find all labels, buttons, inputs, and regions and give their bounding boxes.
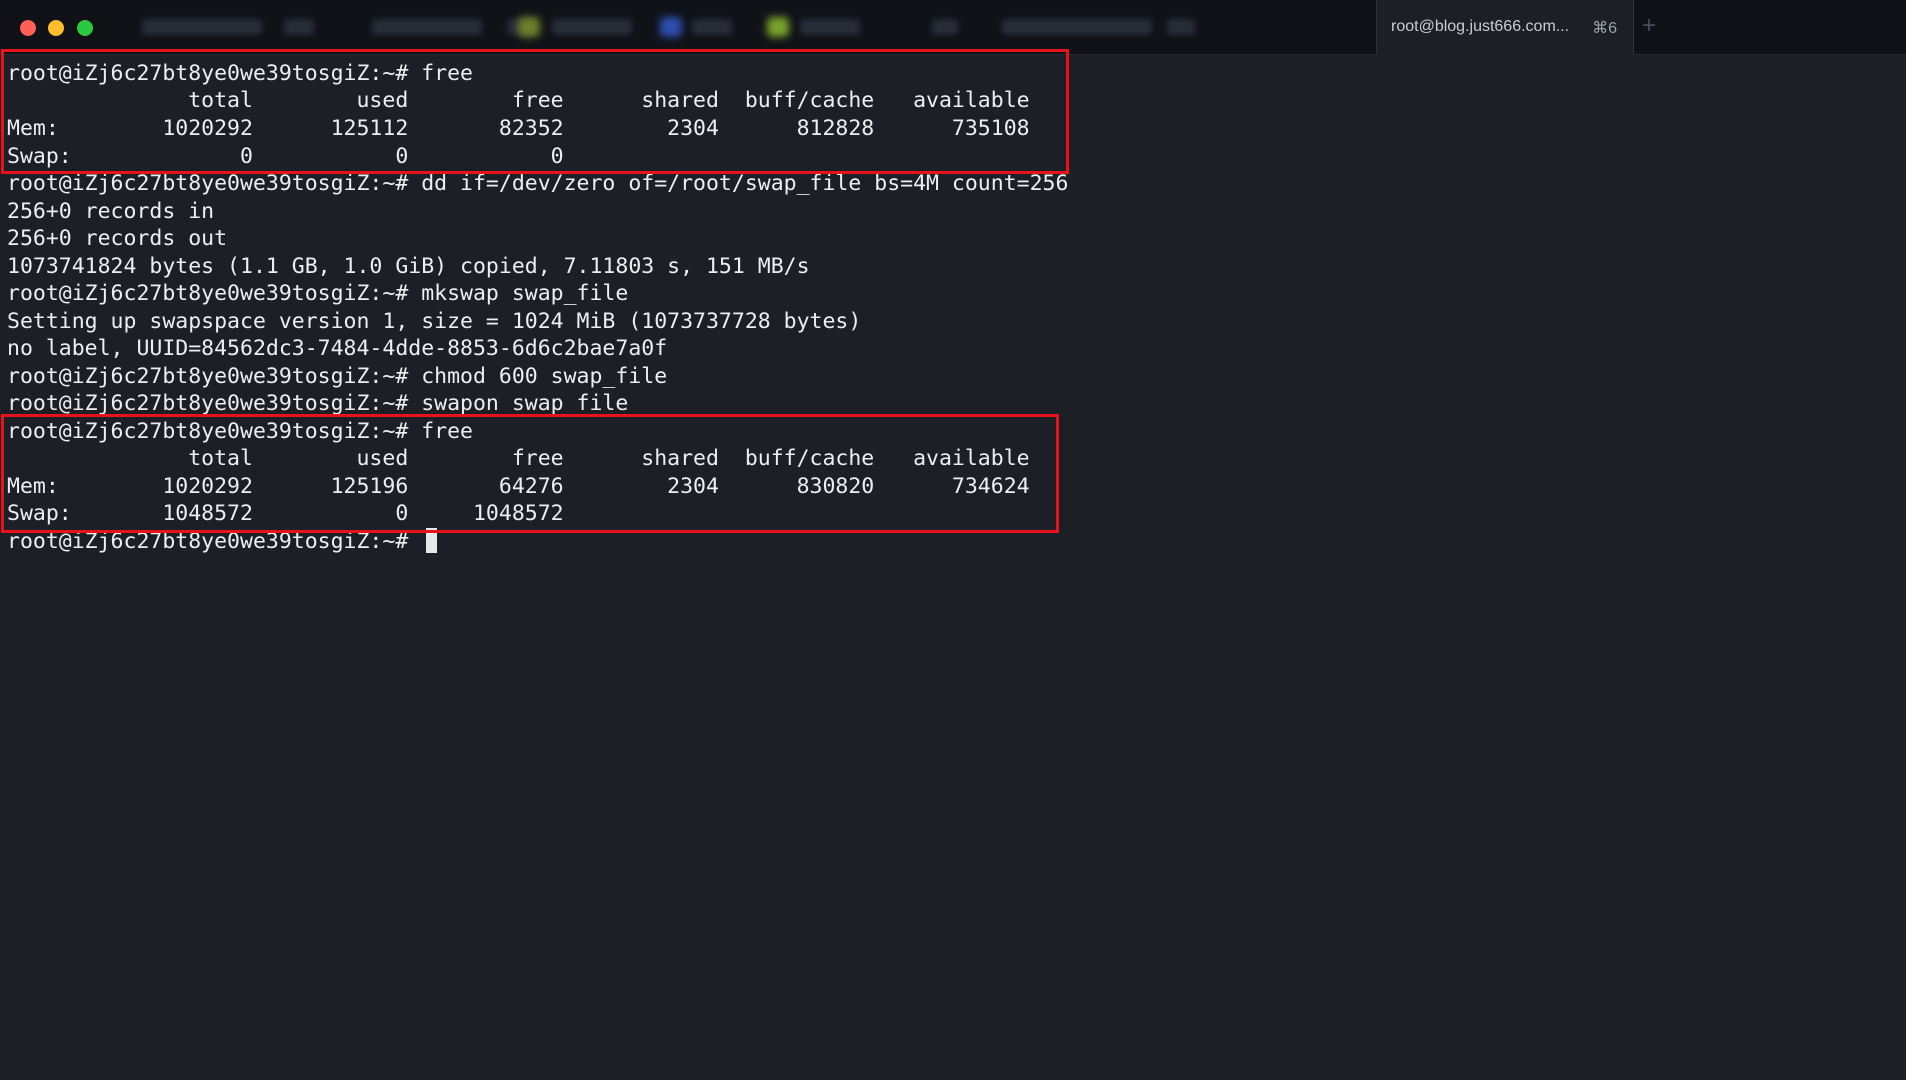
terminal-line: no label, UUID=84562dc3-7484-4dde-8853-6… xyxy=(7,336,668,361)
terminal-line: root@iZj6c27bt8ye0we39tosgiZ:~# mkswap s… xyxy=(7,281,629,306)
tab-shortcut: ⌘6 xyxy=(1592,20,1617,37)
blurred-tab-icon xyxy=(767,17,789,37)
highlight-box-after xyxy=(1,414,1059,533)
close-window-button[interactable] xyxy=(20,20,36,36)
blurred-tab[interactable] xyxy=(800,19,860,35)
title-bar: root@blog.just666.com... ⌘6 + xyxy=(0,0,1906,55)
terminal-line: 256+0 records in xyxy=(7,199,215,224)
blurred-tab[interactable] xyxy=(552,19,632,35)
blurred-tab-shortcut xyxy=(1167,19,1195,35)
blurred-tab[interactable] xyxy=(372,19,482,35)
blurred-tab[interactable] xyxy=(142,19,262,35)
blurred-tab-shortcut xyxy=(284,19,314,35)
terminal-line: root@iZj6c27bt8ye0we39tosgiZ:~# chmod 60… xyxy=(7,364,668,389)
terminal-output[interactable]: root@iZj6c27bt8ye0we39tosgiZ:~# free tot… xyxy=(0,55,1906,1080)
blurred-tab[interactable] xyxy=(1002,19,1152,35)
tab-title: root@blog.just666.com... xyxy=(1391,18,1570,35)
blurred-tab[interactable] xyxy=(692,19,732,35)
terminal-line: 1073741824 bytes (1.1 GB, 1.0 GiB) copie… xyxy=(7,254,810,279)
blurred-tab-shortcut xyxy=(932,19,958,35)
terminal-line: Setting up swapspace version 1, size = 1… xyxy=(7,309,862,334)
terminal-line: root@iZj6c27bt8ye0we39tosgiZ:~# swapon s… xyxy=(7,391,629,416)
terminal-line: root@iZj6c27bt8ye0we39tosgiZ:~# dd if=/d… xyxy=(7,171,1069,196)
blurred-tab-strip[interactable] xyxy=(132,13,1372,41)
active-terminal-tab[interactable]: root@blog.just666.com... ⌘6 xyxy=(1376,0,1634,55)
blurred-tab-icon xyxy=(660,17,682,37)
new-tab-plus-icon[interactable]: + xyxy=(1638,14,1660,38)
blurred-tab-icon xyxy=(518,17,540,37)
highlight-box-before xyxy=(1,49,1069,174)
minimize-window-button[interactable] xyxy=(48,20,64,36)
terminal-line: 256+0 records out xyxy=(7,226,228,251)
zoom-window-button[interactable] xyxy=(77,20,93,36)
